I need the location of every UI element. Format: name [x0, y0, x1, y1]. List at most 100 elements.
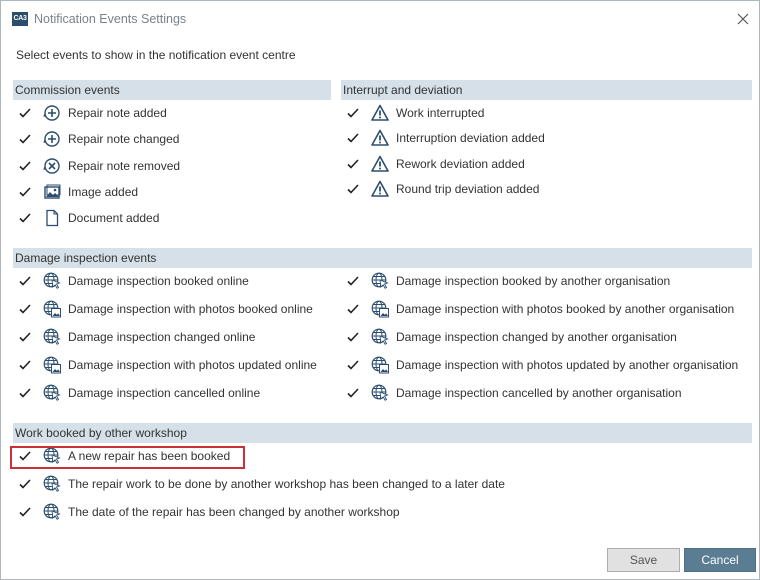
check-icon	[347, 159, 359, 169]
note-change-icon	[43, 130, 61, 148]
title-bar: CA3 Notification Events Settings	[1, 1, 759, 37]
event-label: Damage inspection changed online	[68, 330, 256, 344]
check-icon	[19, 276, 31, 286]
globe-photo-icon	[371, 300, 389, 318]
event-checkbox[interactable]	[15, 386, 32, 400]
section-header-damage: Damage inspection events	[13, 248, 752, 268]
event-row[interactable]: The repair work to be done by another wo…	[15, 473, 505, 495]
event-label: Damage inspection with photos updated by…	[396, 358, 739, 372]
event-checkbox[interactable]	[15, 330, 32, 344]
event-row[interactable]: Damage inspection with photos booked by …	[343, 298, 734, 320]
event-label: Damage inspection with photos booked by …	[396, 302, 735, 316]
event-checkbox[interactable]	[15, 185, 32, 199]
event-row[interactable]: Repair note changed	[15, 128, 179, 150]
event-label: Repair note removed	[68, 159, 181, 173]
globe-cursor-icon	[43, 384, 61, 402]
event-label: Rework deviation added	[396, 157, 525, 171]
event-label: Image added	[68, 185, 139, 199]
check-icon	[347, 360, 359, 370]
check-icon	[347, 332, 359, 342]
event-checkbox[interactable]	[343, 157, 360, 171]
event-label: Interruption deviation added	[396, 131, 545, 145]
globe-cursor-icon	[43, 503, 61, 521]
event-checkbox[interactable]	[15, 302, 32, 316]
event-checkbox[interactable]	[15, 159, 32, 173]
event-checkbox[interactable]	[15, 358, 32, 372]
event-checkbox[interactable]	[343, 358, 360, 372]
event-row[interactable]: Damage inspection booked by another orga…	[343, 270, 670, 292]
event-row[interactable]: Document added	[15, 207, 159, 229]
globe-cursor-icon	[371, 272, 389, 290]
globe-cursor-icon	[371, 328, 389, 346]
event-checkbox[interactable]	[15, 505, 32, 519]
globe-cursor-icon	[43, 475, 61, 493]
event-checkbox[interactable]	[343, 182, 360, 196]
check-icon	[347, 108, 359, 118]
window-title: Notification Events Settings	[34, 12, 187, 26]
check-icon	[19, 360, 31, 370]
section-title: Damage inspection events	[15, 251, 157, 265]
event-row[interactable]: Damage inspection cancelled by another o…	[343, 382, 682, 404]
event-checkbox[interactable]	[343, 274, 360, 288]
event-label: Round trip deviation added	[396, 182, 540, 196]
event-label: Damage inspection with photos booked onl…	[68, 302, 313, 316]
event-row[interactable]: Work interrupted	[343, 102, 484, 124]
check-icon	[347, 276, 359, 286]
globe-photo-icon	[43, 300, 61, 318]
event-row[interactable]: Damage inspection cancelled online	[15, 382, 260, 404]
event-checkbox[interactable]	[343, 106, 360, 120]
event-row[interactable]: Repair note removed	[15, 155, 180, 177]
event-row[interactable]: Damage inspection with photos updated on…	[15, 354, 317, 376]
event-checkbox[interactable]	[15, 477, 32, 491]
check-icon	[347, 133, 359, 143]
intro-text: Select events to show in the notificatio…	[16, 48, 296, 62]
event-row[interactable]: Damage inspection changed by another org…	[343, 326, 677, 348]
event-label: The repair work to be done by another wo…	[68, 477, 505, 491]
event-label: Work interrupted	[396, 106, 485, 120]
event-checkbox[interactable]	[343, 386, 360, 400]
check-icon	[347, 304, 359, 314]
warning-icon	[371, 129, 389, 147]
event-label: Damage inspection cancelled online	[68, 386, 261, 400]
check-icon	[19, 108, 31, 118]
close-icon[interactable]	[733, 9, 753, 29]
event-checkbox[interactable]	[343, 330, 360, 344]
event-row[interactable]: Repair note added	[15, 102, 167, 124]
warning-icon	[371, 155, 389, 173]
event-row[interactable]: The date of the repair has been changed …	[15, 501, 400, 523]
section-title: Commission events	[15, 83, 120, 97]
event-row[interactable]: Round trip deviation added	[343, 178, 539, 200]
globe-photo-icon	[371, 356, 389, 374]
check-icon	[19, 479, 31, 489]
save-button[interactable]: Save	[607, 548, 680, 572]
highlight-box	[10, 446, 245, 469]
event-row[interactable]: Damage inspection booked online	[15, 270, 249, 292]
event-label: Damage inspection booked online	[68, 274, 249, 288]
event-row[interactable]: Interruption deviation added	[343, 127, 545, 149]
globe-cursor-icon	[371, 384, 389, 402]
event-checkbox[interactable]	[15, 132, 32, 146]
event-row[interactable]: Damage inspection with photos booked onl…	[15, 298, 313, 320]
note-remove-icon	[43, 157, 61, 175]
image-icon	[43, 183, 61, 201]
event-row[interactable]: Rework deviation added	[343, 153, 525, 175]
app-logo: CA3	[12, 12, 28, 26]
section-header-workshop: Work booked by other workshop	[13, 423, 752, 443]
cancel-button[interactable]: Cancel	[684, 548, 756, 572]
event-checkbox[interactable]	[15, 274, 32, 288]
event-row[interactable]: Damage inspection with photos updated by…	[343, 354, 738, 376]
check-icon	[19, 187, 31, 197]
check-icon	[19, 304, 31, 314]
section-title: Work booked by other workshop	[15, 426, 187, 440]
event-checkbox[interactable]	[15, 211, 32, 225]
event-row[interactable]: Image added	[15, 181, 138, 203]
event-checkbox[interactable]	[343, 302, 360, 316]
event-label: Repair note added	[68, 106, 167, 120]
check-icon	[347, 388, 359, 398]
globe-cursor-icon	[43, 272, 61, 290]
event-checkbox[interactable]	[343, 131, 360, 145]
check-icon	[19, 161, 31, 171]
check-icon	[19, 213, 31, 223]
event-row[interactable]: Damage inspection changed online	[15, 326, 255, 348]
event-checkbox[interactable]	[15, 106, 32, 120]
